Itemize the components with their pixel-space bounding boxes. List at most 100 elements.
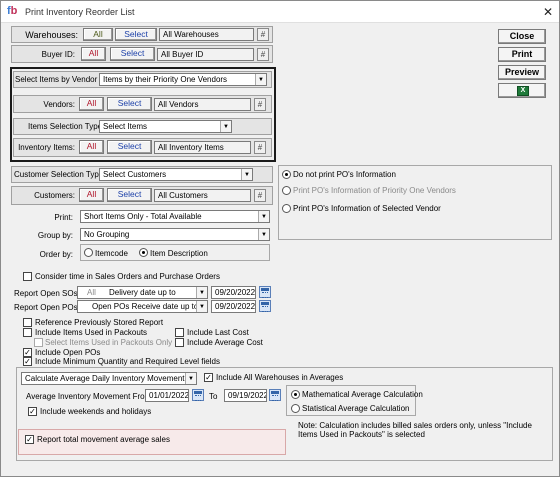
reference-stored-label: Reference Previously Stored Report [35, 318, 164, 327]
vendors-all-button[interactable]: All [79, 97, 104, 111]
group-by-combo[interactable]: No Grouping ▼ [80, 228, 270, 241]
close-button[interactable]: Close [498, 29, 546, 44]
warehouses-select-button[interactable]: Select [115, 28, 157, 41]
chevron-down-icon: ▼ [185, 373, 196, 384]
chevron-down-icon: ▼ [196, 301, 207, 312]
movement-combo[interactable]: Calculate Average Daily Inventory Moveme… [21, 372, 197, 385]
buyer-all-button[interactable]: All [81, 47, 106, 61]
open-sos-value: Delivery date up to [109, 288, 176, 297]
vendors-hash-button[interactable]: # [254, 98, 266, 111]
chevron-down-icon: ▼ [255, 74, 266, 85]
movement-to-label: To [209, 392, 218, 401]
movement-from-date-field[interactable]: 01/01/2022 [145, 389, 189, 402]
stat-average-radio[interactable] [291, 404, 300, 413]
movement-combo-value: Calculate Average Daily Inventory Moveme… [25, 374, 185, 383]
order-by-description-radio[interactable] [139, 248, 148, 257]
dialog-window: fb Print Inventory Reorder List ✕ Wareho… [0, 0, 560, 477]
inventory-items-field: All Inventory Items [154, 141, 251, 154]
movement-to-date-field[interactable]: 09/19/2022 [224, 389, 267, 402]
po-option-selected-label: Print PO's Information of Selected Vendo… [293, 204, 441, 213]
movement-from-label: Average Inventory Movement From [26, 392, 152, 401]
calendar-icon[interactable] [259, 300, 271, 312]
warehouses-field: All Warehouses [159, 28, 254, 41]
app-logo-icon: fb [7, 5, 18, 17]
item-selection-type-combo[interactable]: Select Items ▼ [99, 120, 232, 133]
vendors-select-button[interactable]: Select [107, 97, 152, 111]
customers-all-button[interactable]: All [79, 188, 104, 202]
window-title: Print Inventory Reorder List [25, 7, 135, 17]
buyer-field: All Buyer ID [157, 48, 254, 61]
order-by-label: Order by: [39, 250, 73, 259]
include-min-qty-label: Include Minimum Quantity and Required Le… [35, 357, 220, 366]
vendor-select-label: Select Items by Vendor [15, 75, 98, 84]
order-by-itemcode-radio[interactable] [84, 248, 93, 257]
close-window-icon[interactable]: ✕ [543, 5, 553, 19]
select-packouts-only-label: Select Items Used in Packouts Only [45, 338, 173, 347]
warehouses-label: Warehouses: [25, 30, 78, 40]
preview-button[interactable]: Preview [498, 65, 546, 80]
group-by-label: Group by: [37, 231, 73, 240]
customers-hash-button[interactable]: # [254, 189, 266, 202]
title-bar: fb Print Inventory Reorder List ✕ [1, 1, 559, 23]
open-sos-combo[interactable]: All Delivery date up to ▼ [77, 286, 208, 299]
print-button[interactable]: Print [498, 47, 546, 62]
reference-stored-checkbox[interactable] [23, 318, 32, 327]
calendar-icon[interactable] [192, 389, 204, 401]
inventory-items-all-button[interactable]: All [79, 140, 104, 154]
calendar-icon[interactable] [259, 286, 271, 298]
vendor-select-combo[interactable]: Items by their Priority One Vendors ▼ [99, 73, 267, 86]
po-option-none-label: Do not print PO's Information [293, 170, 396, 179]
excel-icon: X [517, 86, 529, 96]
vendors-field: All Vendors [154, 98, 251, 111]
include-open-pos-checkbox[interactable]: ✓ [23, 348, 32, 357]
calendar-icon[interactable] [269, 389, 281, 401]
include-average-cost-checkbox[interactable] [175, 338, 184, 347]
consider-time-checkbox[interactable] [23, 272, 32, 281]
print-combo[interactable]: Short Items Only - Total Available ▼ [80, 210, 270, 223]
chevron-down-icon: ▼ [220, 121, 231, 132]
include-all-warehouses-label: Include All Warehouses in Averages [216, 373, 344, 382]
customers-label: Customers: [34, 191, 75, 200]
consider-time-label: Consider time in Sales Orders and Purcha… [35, 272, 220, 281]
include-all-warehouses-checkbox[interactable]: ✓ [204, 373, 213, 382]
chevron-down-icon: ▼ [258, 211, 269, 222]
include-packouts-checkbox[interactable] [23, 328, 32, 337]
buyer-select-button[interactable]: Select [110, 47, 155, 61]
order-by-itemcode-label: Itemcode [95, 249, 128, 258]
math-average-radio[interactable] [291, 390, 300, 399]
customer-selection-type-combo[interactable]: Select Customers ▼ [99, 168, 253, 181]
select-packouts-only-checkbox[interactable] [34, 338, 43, 347]
inventory-items-hash-button[interactable]: # [254, 141, 266, 154]
export-excel-button[interactable]: X [498, 83, 546, 98]
calculation-note: Note: Calculation includes billed sales … [298, 421, 532, 439]
report-total-checkbox[interactable]: ✓ [25, 435, 34, 444]
report-total-label: Report total movement average sales [37, 435, 170, 444]
inventory-items-select-button[interactable]: Select [107, 140, 152, 154]
open-sos-label: Report Open SOs: [14, 289, 80, 298]
po-option-priority-radio[interactable] [282, 186, 291, 195]
po-option-none-radio[interactable] [282, 170, 291, 179]
include-min-qty-checkbox[interactable]: ✓ [23, 357, 32, 366]
vendor-select-value: Items by their Priority One Vendors [103, 75, 228, 84]
open-pos-value: Open POs Receive date up to [92, 302, 199, 311]
include-weekends-checkbox[interactable]: ✓ [28, 407, 37, 416]
chevron-down-icon: ▼ [241, 169, 252, 180]
warehouses-all-button[interactable]: All [83, 28, 113, 41]
po-option-selected-radio[interactable] [282, 204, 291, 213]
open-pos-date-field[interactable]: 09/20/2022 [211, 300, 256, 313]
include-last-cost-checkbox[interactable] [175, 328, 184, 337]
open-pos-combo[interactable]: Open POs Receive date up to ▼ [77, 300, 208, 313]
chevron-down-icon: ▼ [258, 229, 269, 240]
buyer-hash-button[interactable]: # [257, 48, 269, 61]
open-sos-date-field[interactable]: 09/20/2022 [211, 286, 256, 299]
include-average-cost-label: Include Average Cost [187, 338, 263, 347]
include-weekends-label: Include weekends and holidays [40, 407, 152, 416]
customers-select-button[interactable]: Select [107, 188, 152, 202]
inventory-items-label: Inventory Items: [18, 143, 75, 152]
open-sos-all-text: All [87, 288, 96, 297]
customers-field: All Customers [154, 189, 251, 202]
vendors-label: Vendors: [43, 100, 75, 109]
warehouses-hash-button[interactable]: # [257, 28, 269, 41]
include-packouts-label: Include Items Used in Packouts [35, 328, 148, 337]
chevron-down-icon: ▼ [196, 287, 207, 298]
